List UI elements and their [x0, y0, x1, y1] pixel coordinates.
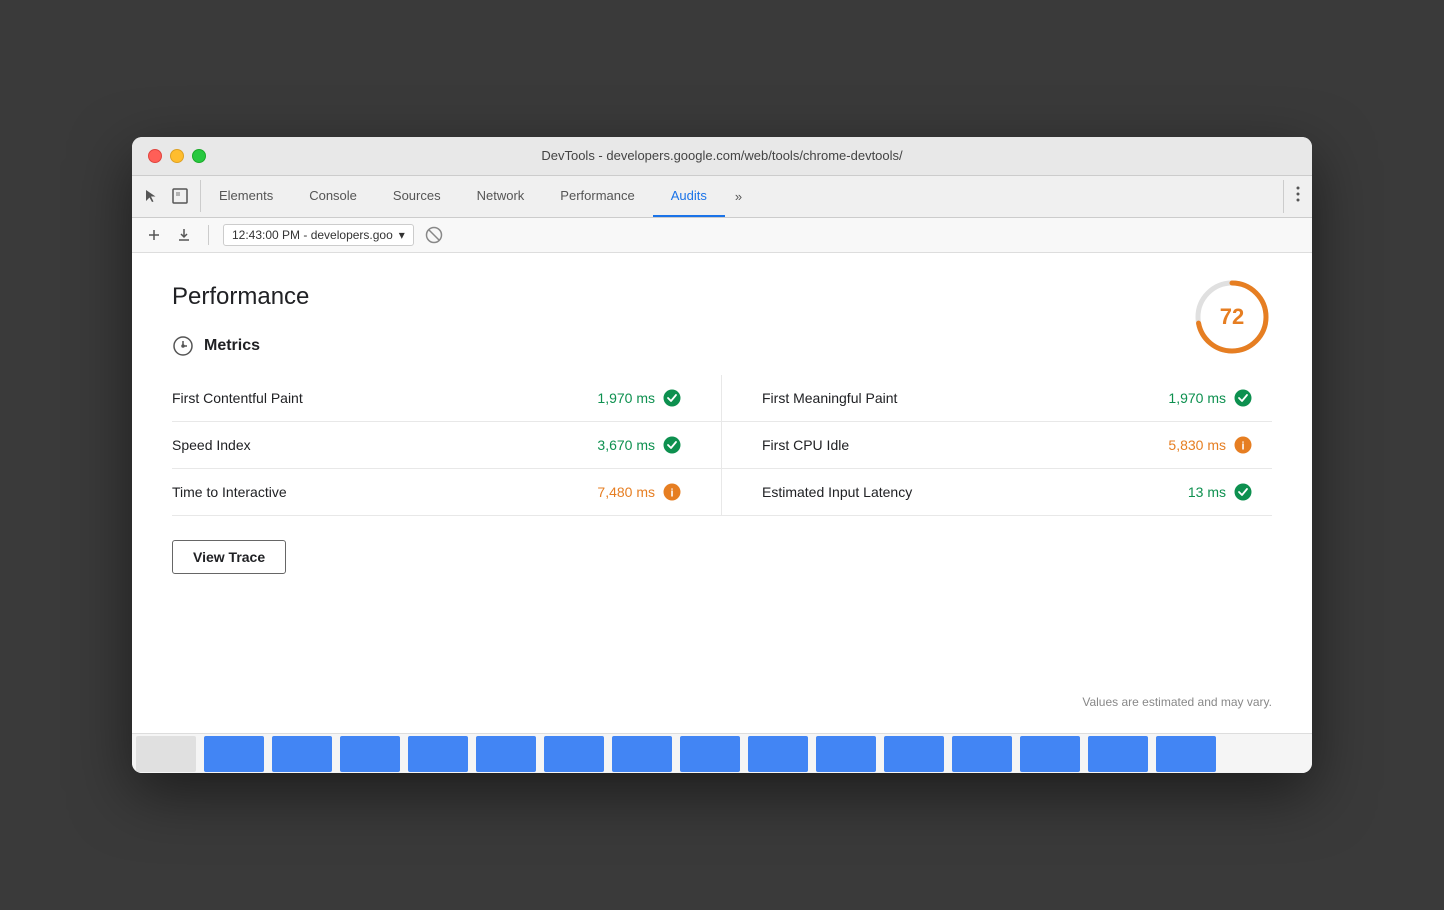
filmstrip-frame: [1088, 736, 1148, 772]
tab-network[interactable]: Network: [459, 176, 543, 217]
download-button[interactable]: [174, 225, 194, 245]
audit-timestamp-selector[interactable]: 12:43:00 PM - developers.goo ▾: [223, 224, 414, 246]
metrics-label: Metrics: [204, 337, 260, 355]
filmstrip-frame: [1156, 736, 1216, 772]
filmstrip-frame: [204, 736, 264, 772]
tab-performance[interactable]: Performance: [542, 176, 652, 217]
filmstrip-frame: [136, 736, 196, 772]
tab-audits[interactable]: Audits: [653, 176, 725, 217]
check-icon: [663, 389, 681, 407]
metric-name: Time to Interactive: [172, 484, 287, 500]
info-icon: i: [663, 483, 681, 501]
metric-value-wrap: 3,670 ms: [597, 436, 681, 454]
dropdown-arrow-icon: ▾: [399, 228, 405, 242]
filmstrip-frame: [748, 736, 808, 772]
minimize-button[interactable]: [170, 149, 184, 163]
separator: [208, 225, 209, 245]
metric-value: 1,970 ms: [1168, 390, 1226, 406]
metric-value: 7,480 ms: [597, 484, 655, 500]
filmstrip-frame: [1020, 736, 1080, 772]
metric-first-cpu-idle: First CPU Idle 5,830 ms i: [722, 422, 1272, 469]
traffic-lights: [148, 149, 206, 163]
metrics-header: Metrics: [172, 335, 1272, 357]
toolbar-controls: [132, 180, 201, 212]
add-button[interactable]: [144, 225, 164, 245]
tab-elements[interactable]: Elements: [201, 176, 291, 217]
filmstrip-frame: [544, 736, 604, 772]
metric-name: First CPU Idle: [762, 437, 849, 453]
filmstrip-frame: [272, 736, 332, 772]
filmstrip-frame: [476, 736, 536, 772]
fullscreen-button[interactable]: [192, 149, 206, 163]
metric-speed-index: Speed Index 3,670 ms: [172, 422, 722, 469]
disclaimer-text: Values are estimated and may vary.: [1082, 695, 1272, 709]
title-bar: DevTools - developers.google.com/web/too…: [132, 137, 1312, 176]
metric-value-wrap: 7,480 ms i: [597, 483, 681, 501]
tab-bar: Elements Console Sources Network Perform…: [201, 176, 1283, 217]
metrics-grid: First Contentful Paint 1,970 ms First Me…: [172, 375, 1272, 516]
more-tabs-button[interactable]: »: [725, 176, 752, 217]
filmstrip-frame: [408, 736, 468, 772]
metric-first-meaningful-paint: First Meaningful Paint 1,970 ms: [722, 375, 1272, 422]
performance-score: 72: [1220, 304, 1244, 330]
metric-first-contentful-paint: First Contentful Paint 1,970 ms: [172, 375, 722, 422]
metric-estimated-input-latency: Estimated Input Latency 13 ms: [722, 469, 1272, 516]
filmstrip-frame: [884, 736, 944, 772]
filmstrip-frame: [340, 736, 400, 772]
secondary-toolbar: 12:43:00 PM - developers.goo ▾: [132, 218, 1312, 253]
close-button[interactable]: [148, 149, 162, 163]
check-icon: [1234, 389, 1252, 407]
inspect-icon[interactable]: [170, 186, 190, 206]
metric-time-to-interactive: Time to Interactive 7,480 ms i: [172, 469, 722, 516]
svg-text:i: i: [670, 488, 673, 500]
filmstrip-bar: [132, 733, 1312, 773]
cursor-icon[interactable]: [142, 186, 162, 206]
metric-value-wrap: 13 ms: [1188, 483, 1252, 501]
main-toolbar: Elements Console Sources Network Perform…: [132, 176, 1312, 218]
metric-name: Speed Index: [172, 437, 251, 453]
filmstrip-frame: [952, 736, 1012, 772]
metric-value: 5,830 ms: [1168, 437, 1226, 453]
main-content: Performance 72 Metrics Fir: [132, 253, 1312, 733]
metric-value-wrap: 1,970 ms: [1168, 389, 1252, 407]
metric-value: 3,670 ms: [597, 437, 655, 453]
toolbar-menu-button[interactable]: [1283, 180, 1312, 213]
svg-text:i: i: [1241, 441, 1244, 453]
metric-value: 1,970 ms: [597, 390, 655, 406]
check-icon: [663, 436, 681, 454]
info-icon: i: [1234, 436, 1252, 454]
performance-score-circle: 72: [1192, 277, 1272, 357]
view-trace-button[interactable]: View Trace: [172, 540, 286, 574]
metric-value-wrap: 5,830 ms i: [1168, 436, 1252, 454]
check-icon: [1234, 483, 1252, 501]
metric-name: First Contentful Paint: [172, 390, 303, 406]
metric-value: 13 ms: [1188, 484, 1226, 500]
metrics-icon: [172, 335, 194, 357]
metric-value-wrap: 1,970 ms: [597, 389, 681, 407]
section-title: Performance: [172, 283, 1272, 311]
metric-name: First Meaningful Paint: [762, 390, 897, 406]
block-icon[interactable]: [424, 225, 444, 245]
filmstrip-frame: [816, 736, 876, 772]
filmstrip-frame: [680, 736, 740, 772]
window-title: DevTools - developers.google.com/web/too…: [541, 148, 902, 163]
metric-name: Estimated Input Latency: [762, 484, 912, 500]
tab-sources[interactable]: Sources: [375, 176, 459, 217]
audit-timestamp-label: 12:43:00 PM - developers.goo: [232, 228, 393, 242]
tab-console[interactable]: Console: [291, 176, 375, 217]
filmstrip-frame: [612, 736, 672, 772]
devtools-window: DevTools - developers.google.com/web/too…: [132, 137, 1312, 773]
